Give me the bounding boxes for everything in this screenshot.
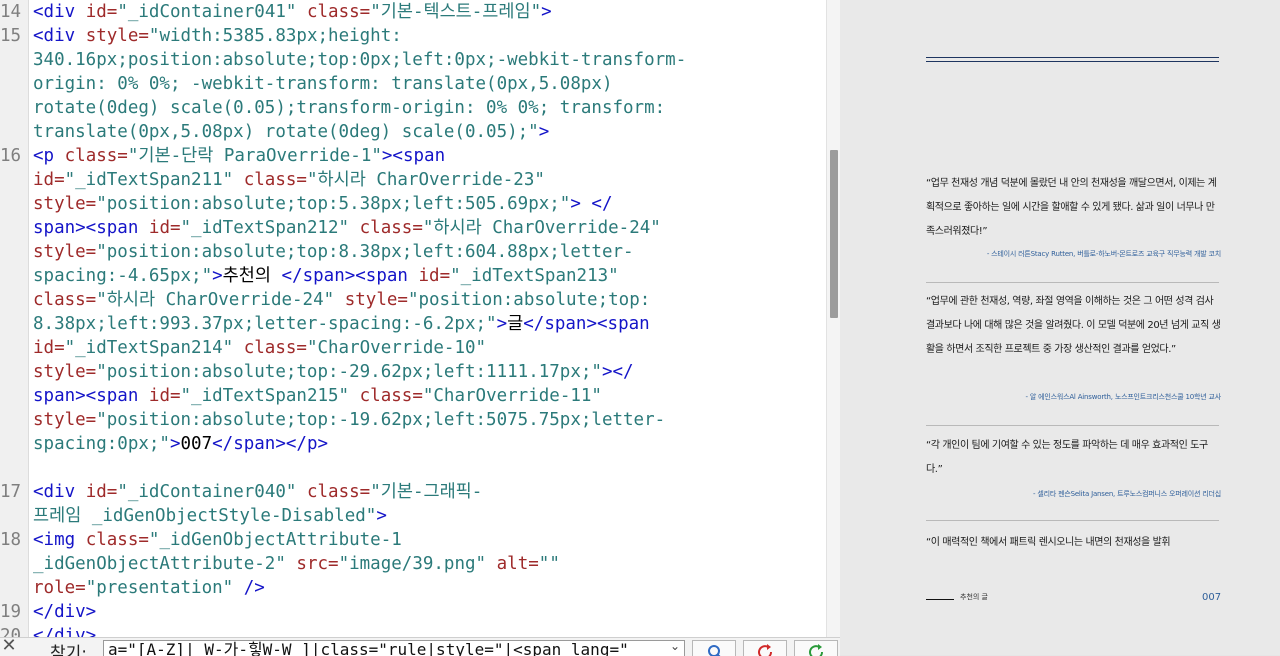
code-line[interactable]: 15 <div style="width:5385.83px;height: 34…	[0, 24, 803, 144]
code-text: <div style="width:5385.83px;height: 340.…	[33, 26, 687, 142]
quote-text: “업무 천재성 개념 덕분에 몰랐던 내 안의 천재성을 깨달으면서, 이제는 …	[926, 178, 1217, 237]
quote-separator	[926, 520, 1219, 521]
code-line[interactable]: 17 <div id="_idContainer040" class="기본-그래…	[0, 480, 803, 528]
search-button[interactable]	[692, 640, 736, 656]
line-number: 18	[0, 530, 22, 550]
line-number: 17	[0, 482, 22, 502]
code-editor[interactable]: 14 <div id="_idContainer041" class="기본-텍스…	[0, 0, 826, 637]
header-rule	[926, 61, 1219, 62]
search-icon	[708, 645, 721, 656]
page-number: 007	[1202, 592, 1222, 603]
code-text: <p class="기본-단락 ParaOverride-1"><span id…	[33, 146, 666, 454]
footer-title: 추천의 글	[960, 593, 988, 601]
quote-attribution: - 알 에인스워스Al Ainsworth, 노스프인트크리스천스쿨 10학년 …	[1025, 393, 1222, 401]
code-text: <img class="_idGenObjectAttribute-1 _idG…	[33, 530, 560, 598]
scrollbar-thumb[interactable]	[830, 150, 838, 318]
code-line[interactable]: 14 <div id="_idContainer041" class="기본-텍스…	[0, 0, 803, 24]
quote-attribution: - 스테이시 러튼Stacy Rutten, 버틀로-하노버-몬트로즈 교육구 …	[986, 250, 1221, 258]
code-text: <div id="_idContainer041" class="기본-텍스트-…	[33, 2, 552, 22]
code-text: </div>	[33, 626, 97, 637]
quote-separator	[926, 425, 1219, 426]
header-rule	[926, 57, 1219, 58]
find-bar: ✕ 찾기: a="[A-Z]| W-가-힣W-W_]|class="rule|s…	[0, 637, 840, 656]
line-number: 14	[0, 2, 22, 22]
replace-button[interactable]	[743, 640, 787, 656]
line-number: 19	[0, 602, 22, 622]
line-number: 15	[0, 26, 22, 46]
footer-rule	[926, 599, 954, 600]
line-number: 16	[0, 146, 22, 166]
replace-all-button[interactable]	[794, 640, 838, 656]
quote-text: “이 매력적인 책에서 패트릭 렌시오니는 내면의 천재성을 발휘	[926, 537, 1171, 548]
quote-separator	[926, 282, 1219, 283]
book-preview-pane: “업무 천재성 개념 덕분에 몰랐던 내 안의 천재성을 깨달으면서, 이제는 …	[840, 0, 1280, 655]
chevron-down-icon[interactable]: ⌄	[670, 639, 680, 653]
code-line[interactable]: 18 <img class="_idGenObjectAttribute-1 _i…	[0, 528, 803, 600]
find-label: 찾기:	[50, 644, 88, 656]
code-line[interactable]: 19 </div>	[0, 600, 803, 624]
line-number: 20	[0, 626, 22, 637]
quote-text: “업무에 관한 천재성, 역량, 좌절 영역을 이해하는 것은 그 어떤 성격 …	[926, 296, 1221, 355]
close-icon[interactable]: ✕	[0, 638, 18, 656]
code-line[interactable]: 16 <p class="기본-단락 ParaOverride-1"><span …	[0, 144, 803, 456]
vertical-scrollbar[interactable]	[826, 0, 841, 637]
quote-attribution: - 셀리타 젠슨Selita Jansen, 트루노스컴퍼니스 오퍼레이션 리더…	[1033, 490, 1221, 498]
code-line[interactable]: 20 </div>	[0, 624, 803, 637]
code-text: <div id="_idContainer040" class="기본-그래픽-…	[33, 482, 483, 526]
refresh-icon	[758, 644, 773, 656]
code-text: </div>	[33, 602, 97, 622]
cycle-icon	[809, 644, 824, 656]
quote-text: “각 개인이 팀에 기여할 수 있는 정도를 파악하는 데 매우 효과적인 도구…	[926, 440, 1208, 475]
find-input[interactable]: a="[A-Z]| W-가-힣W-W_]|class="rule|style="…	[103, 640, 685, 656]
